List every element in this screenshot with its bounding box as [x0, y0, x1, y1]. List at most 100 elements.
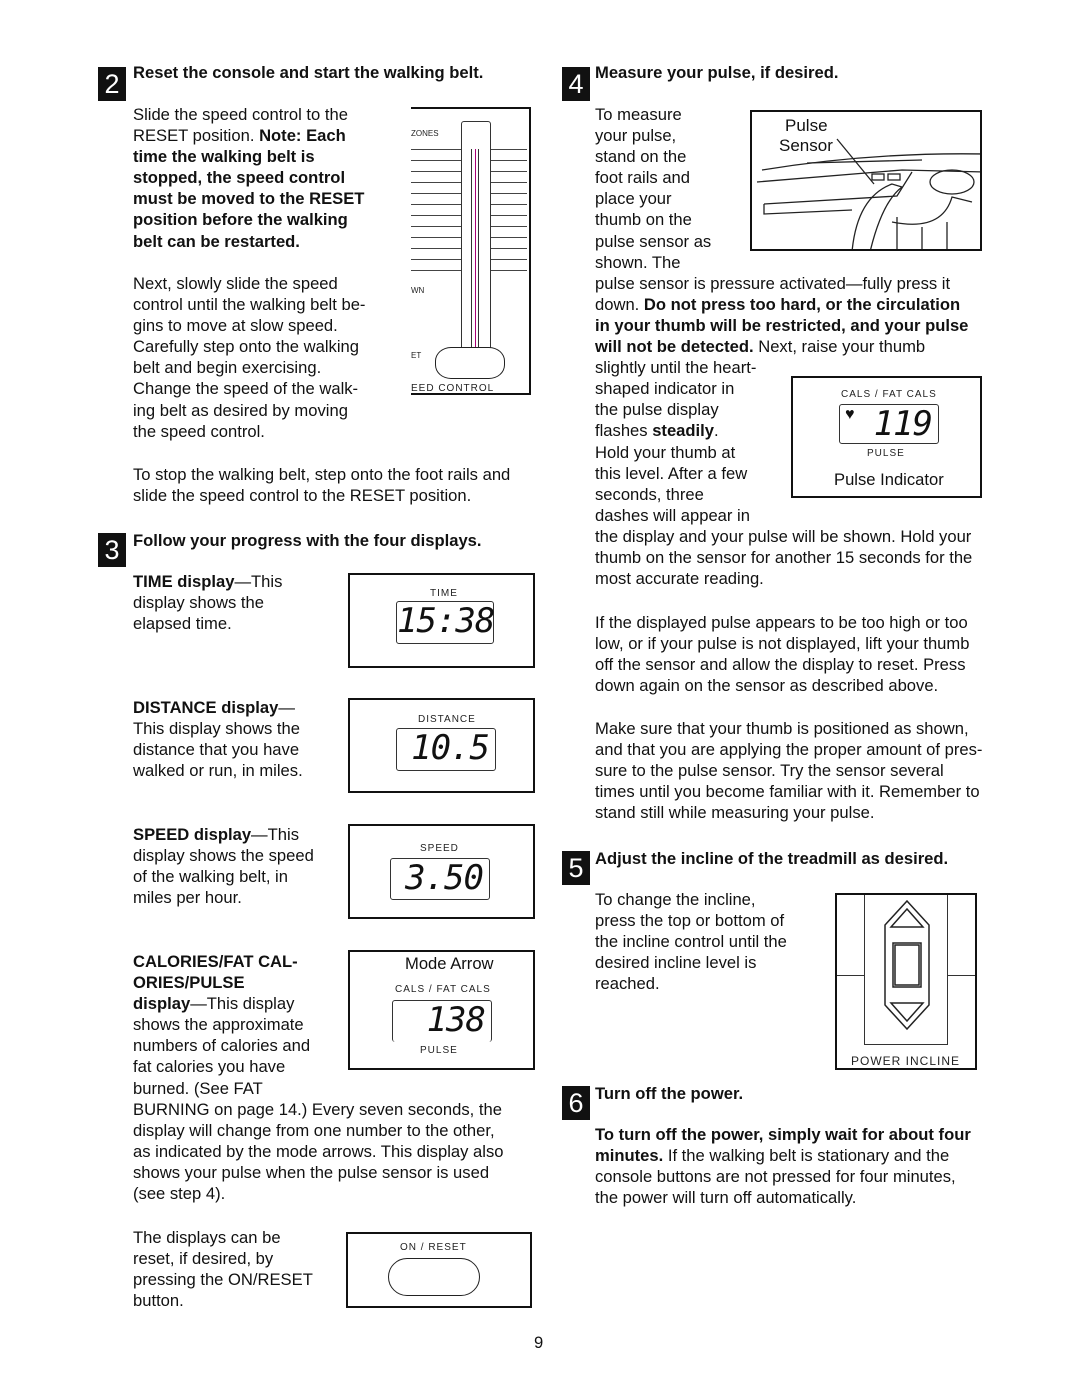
text-segment: display shows the: [133, 593, 264, 613]
text-segment: slide the speed control to the RESET pos…: [133, 486, 472, 506]
pulse-indicator-illustration: CALS / FAT CALS 119 ♥ PULSE Pulse Indica…: [791, 376, 982, 498]
pulse-indicator-caption: Pulse Indicator: [834, 470, 944, 489]
paragraph: TIME display—This display shows the elapse…: [133, 571, 282, 634]
text-line: belt and begin exercising.: [133, 357, 365, 378]
text-segment: To turn off the power, simply wait for a…: [595, 1125, 971, 1144]
text-line: off the sensor and allow the display to …: [595, 654, 969, 675]
text-segment: .: [714, 421, 719, 441]
pulse-label: PULSE: [420, 1045, 458, 1056]
text-line: burned. (See FAT: [133, 1078, 503, 1099]
step-number: 5: [562, 851, 590, 885]
text-line: Make sure that your thumb is positioned …: [595, 718, 982, 739]
text-line: the speed control.: [133, 421, 365, 442]
text-segment: slightly until the heart-: [595, 358, 757, 378]
page-number: 9: [534, 1333, 544, 1352]
text-line: miles per hour.: [133, 887, 314, 908]
text-line: control until the walking belt be-: [133, 294, 365, 315]
paragraph: DISTANCE display— This display shows the d…: [133, 697, 303, 781]
text-segment: BURNING on page 14.) Every seven seconds…: [133, 1099, 502, 1119]
text-segment: Note: Each: [259, 126, 346, 146]
text-line: walked or run, in miles.: [133, 760, 303, 781]
reset-button-illustration: ON / RESET: [346, 1232, 532, 1308]
text-segment: seconds, three: [595, 484, 704, 504]
text-segment: button.: [133, 1291, 184, 1311]
text-line: dashes will appear in: [595, 505, 972, 526]
cals-label: CALS / FAT CALS: [841, 389, 937, 400]
text-line: shows your pulse when the pulse sensor i…: [133, 1162, 503, 1183]
text-line: as indicated by the mode arrows. This di…: [133, 1141, 503, 1162]
text-segment: If the displayed pulse appears to be too…: [595, 613, 968, 632]
text-segment: Hold your thumb at: [595, 442, 736, 462]
text-segment: the power will turn off automatically.: [595, 1188, 857, 1208]
speed-control-illustration: ZONES WN ET EED CONTROL: [411, 107, 531, 395]
text-line: times until you become familiar with it.…: [595, 781, 982, 802]
mode-arrow-callout: Mode Arrow: [405, 954, 494, 973]
text-segment: Slide the speed control to the: [133, 105, 348, 124]
text-line: button.: [133, 1290, 313, 1311]
text-line: To change the incline,: [595, 889, 787, 910]
text-line: reset, if desired, by: [133, 1248, 313, 1269]
pulse-label: PULSE: [867, 448, 905, 459]
text-line: display shows the speed: [133, 845, 314, 866]
text-segment: must be moved to the RESET: [133, 189, 365, 209]
text-segment: dashes will appear in: [595, 505, 750, 525]
text-segment: stand on the: [595, 147, 687, 167]
text-line: press the top or bottom of: [595, 910, 787, 931]
text-line: display shows the: [133, 592, 282, 613]
text-line: must be moved to the RESET: [133, 188, 364, 209]
on-reset-label: ON / RESET: [400, 1242, 467, 1253]
text-segment: this level. After a few: [595, 463, 748, 483]
text-segment: down again on the sensor as described ab…: [595, 676, 939, 696]
text-line: time the walking belt is: [133, 146, 364, 167]
text-line: console buttons are not pressed for four…: [595, 1166, 971, 1187]
text-line: Change the speed of the walk-: [133, 378, 365, 399]
text-segment: the speed control.: [133, 421, 265, 441]
text-segment: TIME display: [133, 572, 235, 591]
paragraph: Next, slowly slide the speed control unti…: [133, 273, 365, 442]
text-segment: time the walking belt is: [133, 147, 315, 167]
step-heading: Measure your pulse, if desired.: [595, 63, 839, 82]
text-segment: reached.: [595, 974, 660, 994]
text-line: pulse sensor is pressure activated—fully…: [595, 273, 972, 294]
text-line: position before the walking: [133, 209, 364, 230]
text-line: RESET position. Note: Each: [133, 125, 364, 146]
text-segment: Make sure that your thumb is positioned …: [595, 719, 969, 738]
text-line: the display and your pulse will be shown…: [595, 526, 972, 547]
text-segment: desired incline level is: [595, 953, 757, 973]
text-segment: DISTANCE display: [133, 698, 279, 717]
text-line: display will change from one number to t…: [133, 1120, 503, 1141]
text-segment: shows your pulse when the pulse sensor i…: [133, 1162, 490, 1182]
text-line: ing belt as desired by moving: [133, 400, 365, 421]
time-label: TIME: [430, 588, 458, 599]
time-display-illustration: TIME 15:38: [348, 573, 535, 668]
reset-label: ET: [411, 351, 422, 360]
text-segment: numbers of calories and: [133, 1036, 311, 1056]
text-segment: down.: [595, 294, 644, 314]
text-segment: belt can be restarted.: [133, 231, 300, 251]
step-number: 3: [98, 533, 126, 567]
text-line: the incline control until the: [595, 931, 787, 952]
text-line: To stop the walking belt, step onto the …: [133, 464, 510, 485]
text-segment: —This: [234, 572, 283, 591]
text-segment: position before the walking: [133, 210, 348, 230]
text-line: slide the speed control to the RESET pos…: [133, 485, 510, 506]
text-line: minutes. If the walking belt is stationa…: [595, 1145, 971, 1166]
paragraph: To turn off the power, simply wait for a…: [595, 1124, 971, 1208]
text-segment: Do not press too hard, or the circulatio…: [643, 294, 961, 314]
paragraph: Make sure that your thumb is positioned …: [595, 718, 982, 823]
text-segment: pressing the ON/RESET: [133, 1270, 313, 1290]
text-segment: fat calories you have: [133, 1057, 286, 1077]
paragraph: To stop the walking belt, step onto the …: [133, 464, 510, 506]
speed-display-illustration: SPEED 3.50: [348, 824, 535, 919]
text-segment: shows the approximate: [133, 1015, 304, 1035]
step-number: 6: [562, 1086, 590, 1120]
text-segment: —This: [251, 825, 299, 844]
text-segment: belt and begin exercising.: [133, 358, 322, 378]
distance-label: DISTANCE: [418, 714, 476, 725]
step-heading: Follow your progress with the four displ…: [133, 531, 482, 550]
text-segment: times until you become familiar with it.…: [595, 782, 980, 802]
text-segment: RESET position.: [133, 126, 260, 146]
text-segment: the incline control until the: [595, 932, 787, 952]
step-heading: Reset the console and start the walking …: [133, 63, 484, 82]
distance-value: 10.5: [396, 728, 496, 771]
